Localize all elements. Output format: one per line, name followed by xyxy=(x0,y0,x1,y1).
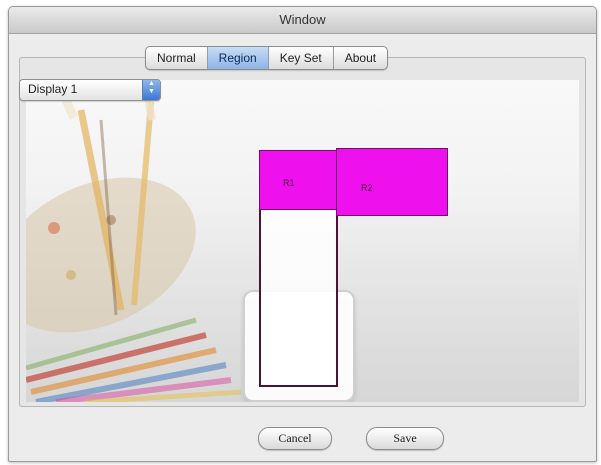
region-r1[interactable]: R1 xyxy=(259,150,338,210)
region-r1-label: R1 xyxy=(283,178,295,188)
region-r2[interactable]: R2 xyxy=(336,148,448,216)
tab-key-set[interactable]: Key Set xyxy=(269,47,334,69)
region-r2-label: R2 xyxy=(361,183,373,193)
save-button[interactable]: Save xyxy=(366,427,444,450)
app-window: Window R1 R2 Normal Region Key Set About… xyxy=(8,6,597,462)
up-down-arrows-icon: ▲ ▼ xyxy=(142,80,160,100)
tab-normal[interactable]: Normal xyxy=(146,47,208,69)
region-canvas[interactable]: R1 R2 xyxy=(26,80,579,402)
tab-bar: Normal Region Key Set About xyxy=(145,46,389,70)
window-title: Window xyxy=(279,12,326,27)
tab-content-panel: R1 R2 xyxy=(19,57,586,407)
tab-region[interactable]: Region xyxy=(207,47,269,69)
tab-about[interactable]: About xyxy=(334,47,387,69)
display-select[interactable]: Display 1 ▲ ▼ xyxy=(19,79,161,101)
display-select-value: Display 1 xyxy=(28,82,78,96)
monitor-outline xyxy=(259,198,338,387)
cancel-button[interactable]: Cancel xyxy=(258,427,332,450)
title-bar[interactable]: Window xyxy=(9,7,596,34)
